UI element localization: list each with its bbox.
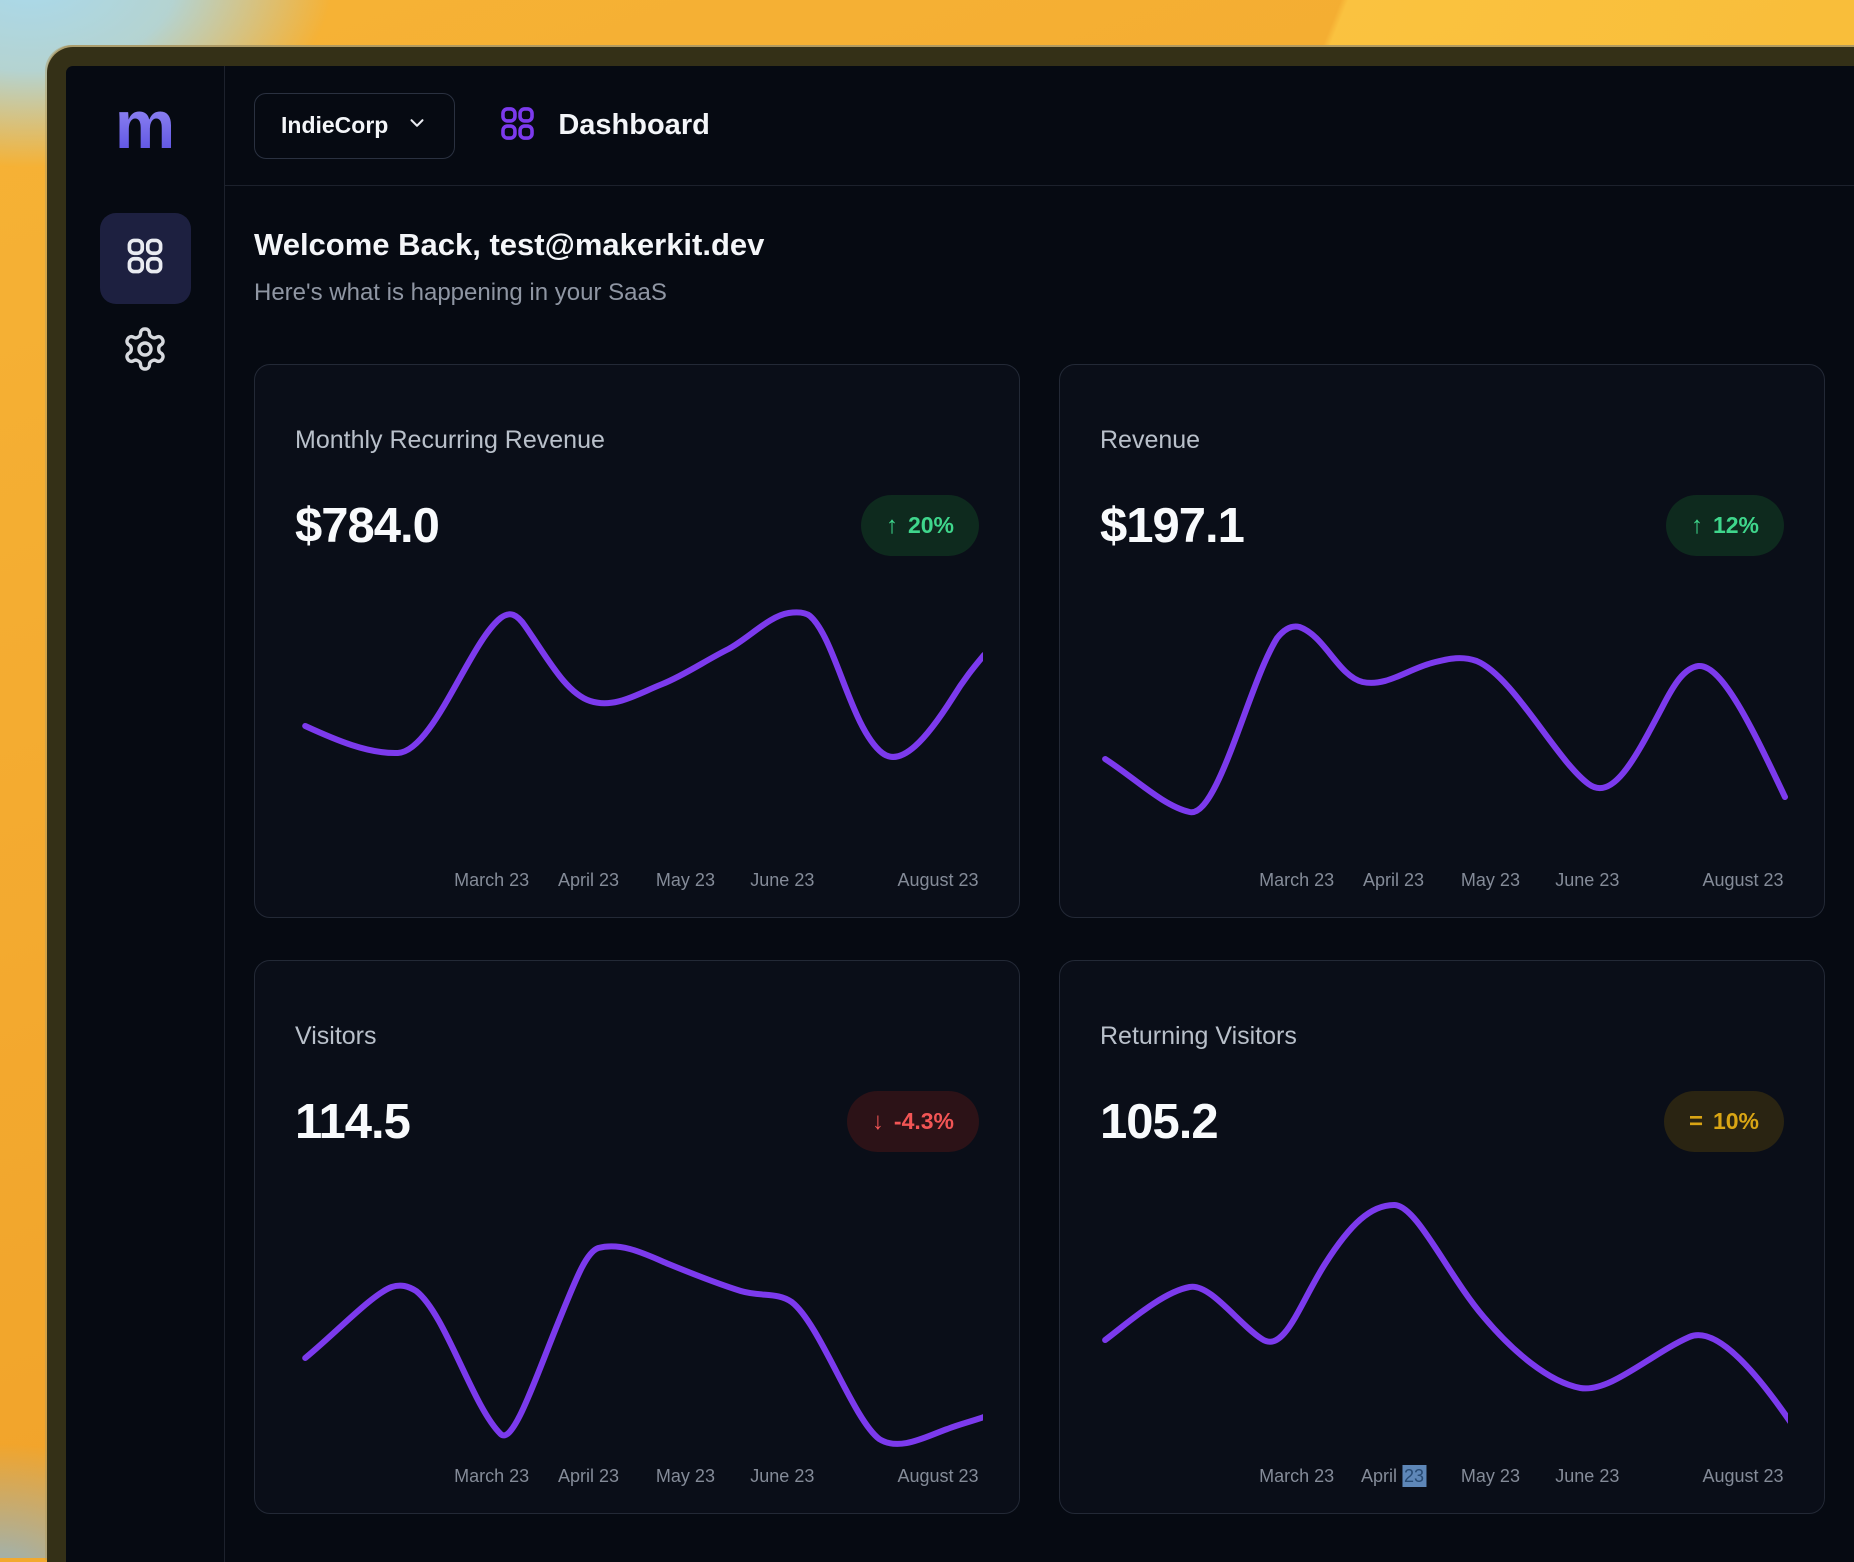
grid-icon xyxy=(123,234,167,283)
line-chart xyxy=(1096,1184,1788,1449)
org-selector-button[interactable]: IndieCorp xyxy=(254,93,455,159)
axis-label: March 23 xyxy=(1259,1465,1334,1487)
axis-label: August 23 xyxy=(1702,1465,1783,1487)
sidebar-item-dashboard[interactable] xyxy=(100,213,191,304)
x-axis-labels: March 23 April 23 May 23 June 23 August 23 xyxy=(291,1465,983,1489)
selected-axis-text: 23 xyxy=(1402,1465,1426,1487)
axis-label: March 23 xyxy=(454,1465,529,1487)
axis-label: April 23 xyxy=(558,1465,619,1487)
x-axis-labels: March 23 April 23 May 23 June 23 August 23 xyxy=(1096,869,1788,893)
axis-label: August 23 xyxy=(897,869,978,891)
arrow-down-icon: ↓ xyxy=(872,1108,884,1136)
axis-label: August 23 xyxy=(1702,869,1783,891)
card-returning-visitors: Returning Visitors 105.2 = 10% March 23 xyxy=(1059,960,1825,1514)
axis-label: May 23 xyxy=(1461,869,1520,891)
metric-cards-grid: Monthly Recurring Revenue $784.0 ↑ 20% xyxy=(254,364,1854,1514)
metric-value: $197.1 xyxy=(1100,498,1244,554)
axis-label: April 23 xyxy=(558,869,619,891)
trend-value: 10% xyxy=(1713,1108,1759,1135)
metric-value: $784.0 xyxy=(295,498,439,554)
axis-label: May 23 xyxy=(656,869,715,891)
sidebar: m xyxy=(66,66,225,1562)
card-title: Visitors xyxy=(295,1023,979,1049)
line-chart xyxy=(1096,588,1788,853)
dashboard-grid-icon xyxy=(497,103,538,149)
makerkit-logo: m xyxy=(115,94,175,156)
card-revenue: Revenue $197.1 ↑ 12% March 23April 23Ma xyxy=(1059,364,1825,918)
card-title: Monthly Recurring Revenue xyxy=(295,427,979,453)
app-window: m IndieCorp xyxy=(47,47,1854,1562)
sidebar-item-settings[interactable] xyxy=(100,306,191,397)
axis-label: June 23 xyxy=(1555,869,1619,891)
line-chart xyxy=(291,1184,983,1449)
x-axis-labels: March 23 April 23 May 23 June 23 August 23 xyxy=(1096,1465,1788,1489)
dashboard-content: Welcome Back, test@makerkit.dev Here's w… xyxy=(225,186,1854,1514)
card-title: Revenue xyxy=(1100,427,1784,453)
axis-label: June 23 xyxy=(750,869,814,891)
trend-value: -4.3% xyxy=(894,1108,954,1135)
card-title: Returning Visitors xyxy=(1100,1023,1784,1049)
card-monthly-recurring-revenue: Monthly Recurring Revenue $784.0 ↑ 20% xyxy=(254,364,1020,918)
main-area: IndieCorp Dashboard Welcome Back xyxy=(225,66,1854,1562)
trend-badge: = 10% xyxy=(1664,1091,1784,1152)
trend-value: 20% xyxy=(908,512,954,539)
metric-value: 105.2 xyxy=(1100,1094,1218,1150)
org-selector-label: IndieCorp xyxy=(281,112,388,139)
axis-label: March 23 xyxy=(1259,869,1334,891)
axis-label: March 23 xyxy=(454,869,529,891)
arrow-up-icon: ↑ xyxy=(886,512,898,540)
welcome-subtitle: Here's what is happening in your SaaS xyxy=(254,278,1854,308)
axis-label: May 23 xyxy=(656,1465,715,1487)
topbar: IndieCorp Dashboard xyxy=(225,66,1854,186)
gear-icon xyxy=(121,325,169,378)
metric-value: 114.5 xyxy=(295,1094,410,1150)
equals-icon: = xyxy=(1689,1108,1703,1136)
axis-label: May 23 xyxy=(1461,1465,1520,1487)
trend-badge: ↓ -4.3% xyxy=(847,1091,979,1152)
welcome-heading: Welcome Back, test@makerkit.dev xyxy=(254,226,1854,264)
axis-label: April 23 xyxy=(1363,869,1424,891)
trend-badge: ↑ 12% xyxy=(1666,495,1784,556)
axis-label: June 23 xyxy=(750,1465,814,1487)
x-axis-labels: March 23 April 23 May 23 June 23 August 23 xyxy=(291,869,983,893)
trend-badge: ↑ 20% xyxy=(861,495,979,556)
chevron-down-icon xyxy=(406,112,428,140)
axis-label: April 23 xyxy=(1361,1465,1426,1487)
arrow-up-icon: ↑ xyxy=(1691,512,1703,540)
page-title-group: Dashboard xyxy=(497,103,709,149)
trend-value: 12% xyxy=(1713,512,1759,539)
card-visitors: Visitors 114.5 ↓ -4.3% March 23 April 23 xyxy=(254,960,1020,1514)
page-title: Dashboard xyxy=(558,109,709,142)
axis-label: August 23 xyxy=(897,1465,978,1487)
axis-label: June 23 xyxy=(1555,1465,1619,1487)
line-chart xyxy=(291,588,983,853)
